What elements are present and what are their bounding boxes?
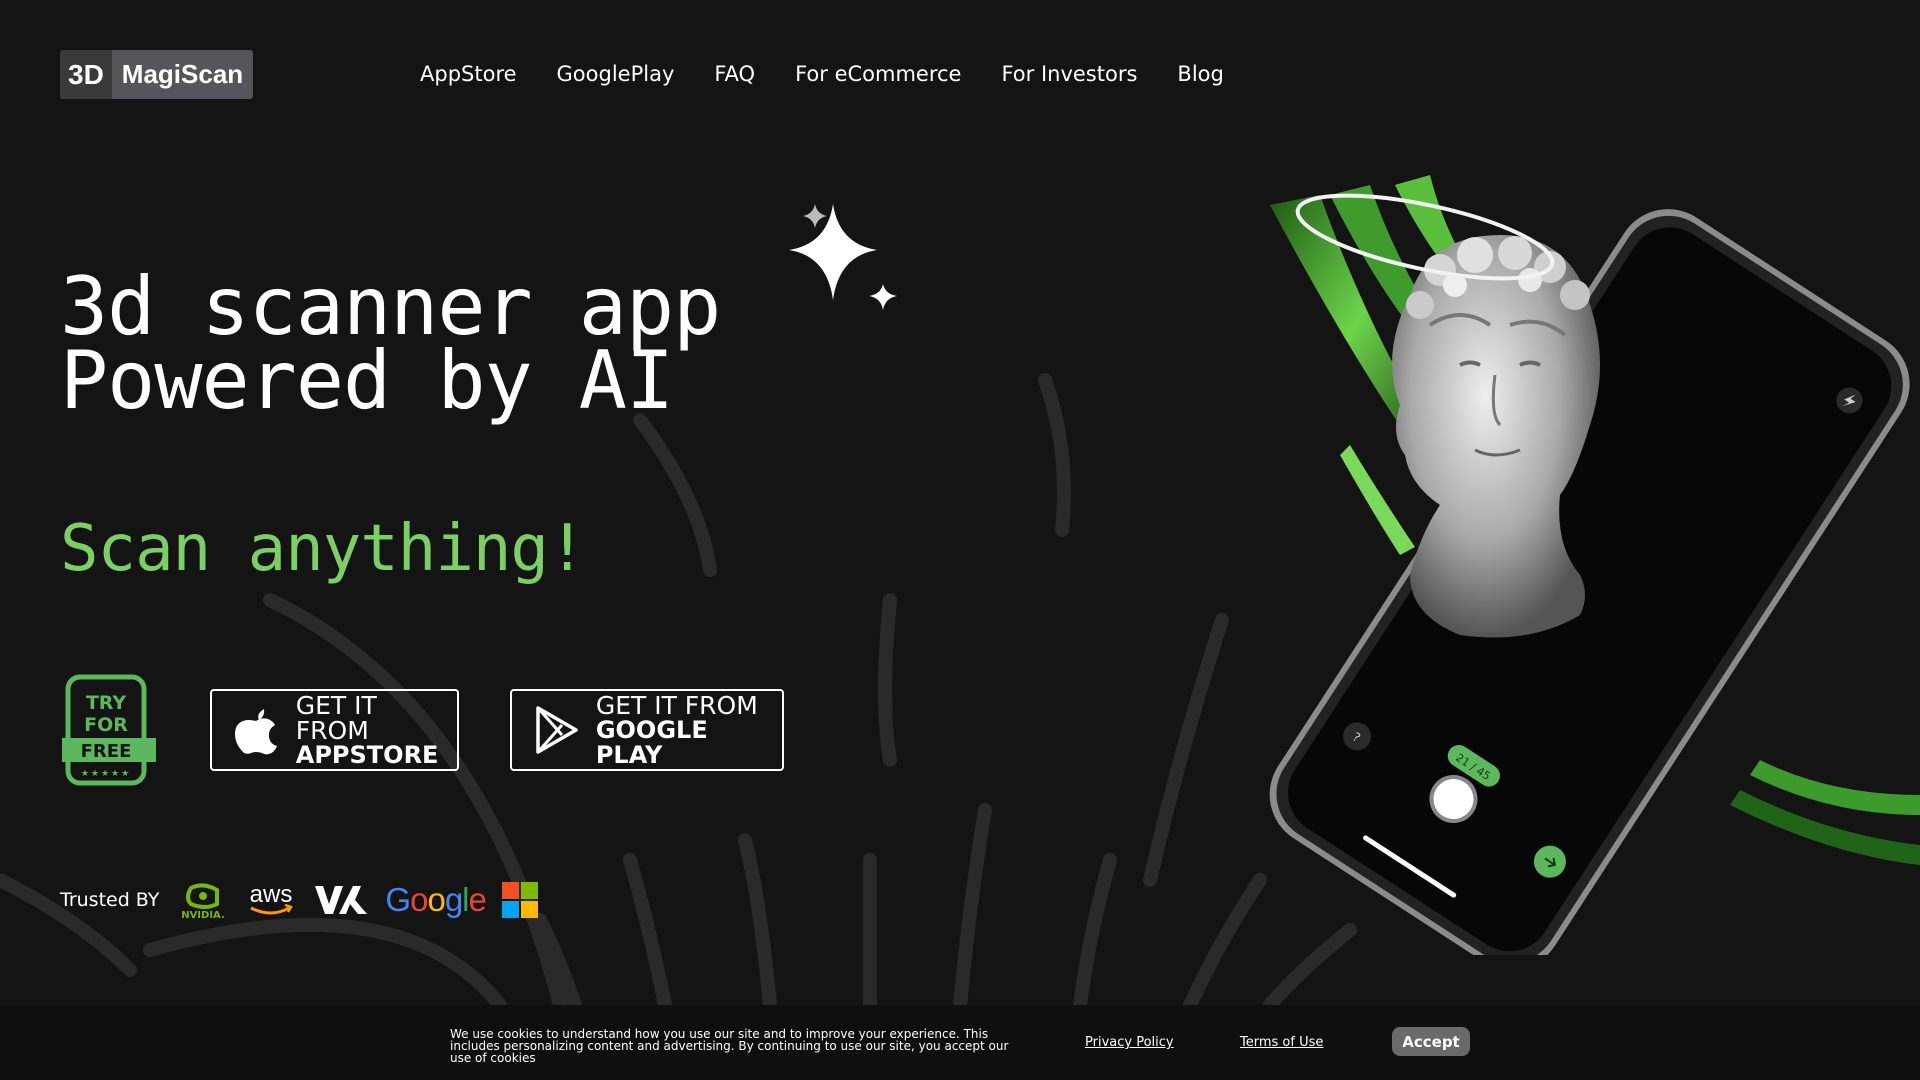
nvidia-logo: NVIDIA. [177,880,229,920]
googleplay-line-1: GET IT FROM [595,690,758,720]
nvidia-text: NVIDIA. [182,910,226,920]
nav-faq[interactable]: FAQ [714,58,755,90]
hero-headline: 3d scanner app Powered by AI [60,267,721,421]
appstore-line-2: APPSTORE [295,740,439,769]
apple-icon [230,704,282,756]
nav-ecommerce[interactable]: For eCommerce [795,58,961,90]
terms-of-use-link[interactable]: Terms of Use [1240,1035,1323,1050]
microsoft-logo [501,882,538,918]
phone-mockup: 21 / 45 ? [1269,175,1920,955]
badge-try: TRY [86,692,127,714]
logo-name: MagiScan [111,50,254,99]
vk-logo [313,880,369,920]
google-logo: Google [385,881,487,919]
google-letter: o [410,881,428,918]
google-letter: o [427,881,445,918]
cookie-text: We use cookies to understand how you use… [450,1027,1009,1065]
nav-blog[interactable]: Blog [1177,58,1223,90]
nav-investors[interactable]: For Investors [1001,58,1137,90]
nav-appstore[interactable]: AppStore [420,58,517,90]
try-for-free-badge[interactable]: TRY FOR FREE ★★★★★ [62,674,158,788]
privacy-policy-link[interactable]: Privacy Policy [1085,1035,1174,1050]
nav-googleplay[interactable]: GooglePlay [557,58,675,90]
badge-for: FOR [84,714,128,736]
google-letter: G [385,881,411,918]
aws-logo: aws [245,880,297,920]
aws-text: aws [250,881,293,908]
sparkle-icon [789,204,897,310]
google-letter: e [468,881,487,918]
accept-cookies-button[interactable]: Accept [1392,1027,1470,1056]
googleplay-line-2: GOOGLE PLAY [595,715,708,769]
google-letter: g [444,881,463,918]
site-logo[interactable]: 3D MagiScan [60,50,254,99]
main-nav: AppStore GooglePlay FAQ For eCommerce Fo… [420,58,1224,90]
appstore-line-1: GET IT FROM [295,690,377,745]
googleplay-button[interactable]: GET IT FROM GOOGLE PLAY [510,689,784,771]
logo-prefix: 3D [60,50,112,99]
bust-scan [1392,235,1600,638]
appstore-button[interactable]: GET IT FROM APPSTORE [210,689,459,771]
hero-tagline: Scan anything! [60,512,586,586]
trusted-by: Trusted BY NVIDIA. aws Google [60,880,554,920]
badge-free: FREE [81,741,132,762]
badge-stars: ★★★★★ [81,769,131,779]
headline-line-2: Powered by AI [60,334,674,427]
trusted-label: Trusted BY [60,889,160,911]
google-play-icon [530,704,582,756]
